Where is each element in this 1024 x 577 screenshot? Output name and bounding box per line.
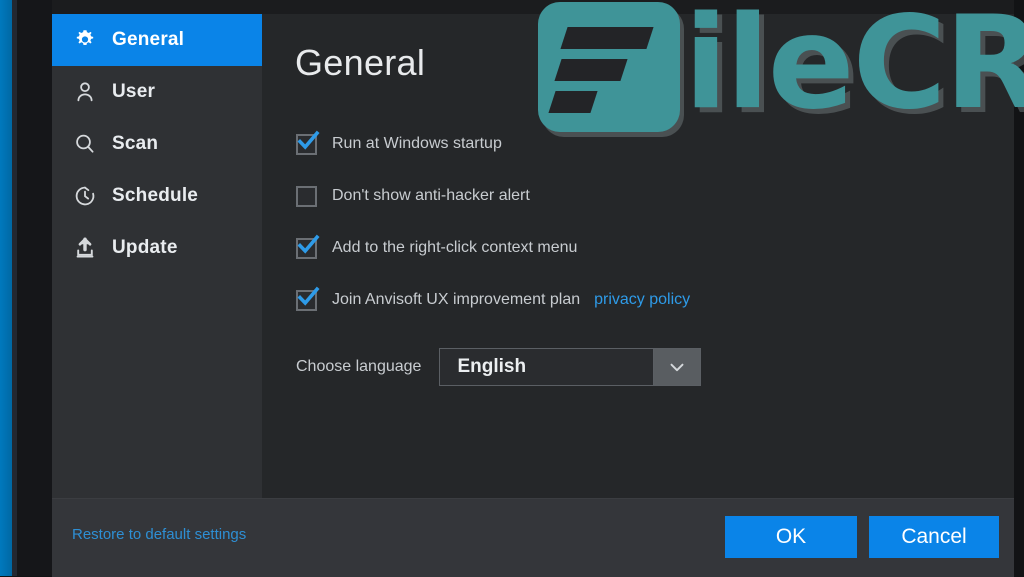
language-row: Choose language English xyxy=(296,348,702,386)
option-label: Add to the right-click context menu xyxy=(332,239,578,256)
sidebar-item-user[interactable]: User xyxy=(52,66,262,118)
upload-icon xyxy=(72,235,98,261)
option-context-menu[interactable]: Add to the right-click context menu xyxy=(296,222,976,274)
sidebar-item-label: Scan xyxy=(112,133,159,154)
language-label: Choose language xyxy=(296,358,422,375)
privacy-policy-link[interactable]: privacy policy xyxy=(594,291,690,309)
sidebar-item-general[interactable]: General xyxy=(52,14,262,66)
chevron-down-icon[interactable] xyxy=(653,349,701,385)
option-run-at-startup[interactable]: Run at Windows startup xyxy=(296,118,976,170)
sidebar-item-scan[interactable]: Scan xyxy=(52,118,262,170)
sidebar-item-label: User xyxy=(112,81,156,102)
user-icon xyxy=(72,79,98,105)
option-hide-anti-hacker-alert[interactable]: Don't show anti-hacker alert xyxy=(296,170,976,222)
option-label: Join Anvisoft UX improvement plan xyxy=(332,291,581,308)
sidebar-item-label: Update xyxy=(112,237,178,258)
clock-icon xyxy=(72,183,98,209)
option-label: Run at Windows startup xyxy=(332,135,502,152)
sidebar-item-schedule[interactable]: Schedule xyxy=(52,170,262,222)
cancel-button[interactable]: Cancel xyxy=(869,516,999,558)
sidebar-nav: General User Scan Schedule Update xyxy=(52,14,262,498)
ok-button[interactable]: OK xyxy=(725,516,857,558)
sidebar-item-update[interactable]: Update xyxy=(52,222,262,274)
option-ux-improvement-plan[interactable]: Join Anvisoft UX improvement plan privac… xyxy=(296,274,976,326)
option-label: Don't show anti-hacker alert xyxy=(332,187,530,204)
sidebar-item-label: General xyxy=(112,29,185,50)
top-dark-strip xyxy=(52,0,1014,14)
application-window: General User Scan Schedule Update Genera… xyxy=(0,0,1024,577)
settings-content: General Run at Windows startup Don't sho… xyxy=(263,14,1014,498)
left-accent-strip xyxy=(0,0,12,576)
checkbox-run-at-startup[interactable] xyxy=(296,130,320,155)
language-select-value: English xyxy=(457,356,527,377)
restore-defaults-link[interactable]: Restore to default settings xyxy=(72,526,246,543)
dialog-footer: Restore to default settings OK Cancel xyxy=(52,498,1014,577)
settings-dialog: General User Scan Schedule Update Genera… xyxy=(52,14,1014,577)
checkbox-hide-anti-hacker-alert[interactable] xyxy=(296,185,317,207)
sidebar-item-label: Schedule xyxy=(112,185,199,206)
right-dark-strip xyxy=(1014,0,1024,576)
options-list: Run at Windows startup Don't show anti-h… xyxy=(296,118,976,326)
left-dark-strip xyxy=(17,0,52,576)
page-title: General xyxy=(295,42,426,83)
checkbox-ux-improvement-plan[interactable] xyxy=(296,286,320,311)
language-select[interactable]: English xyxy=(439,348,702,386)
search-icon xyxy=(72,131,98,157)
checkbox-context-menu[interactable] xyxy=(296,234,320,259)
gear-icon xyxy=(72,27,98,53)
